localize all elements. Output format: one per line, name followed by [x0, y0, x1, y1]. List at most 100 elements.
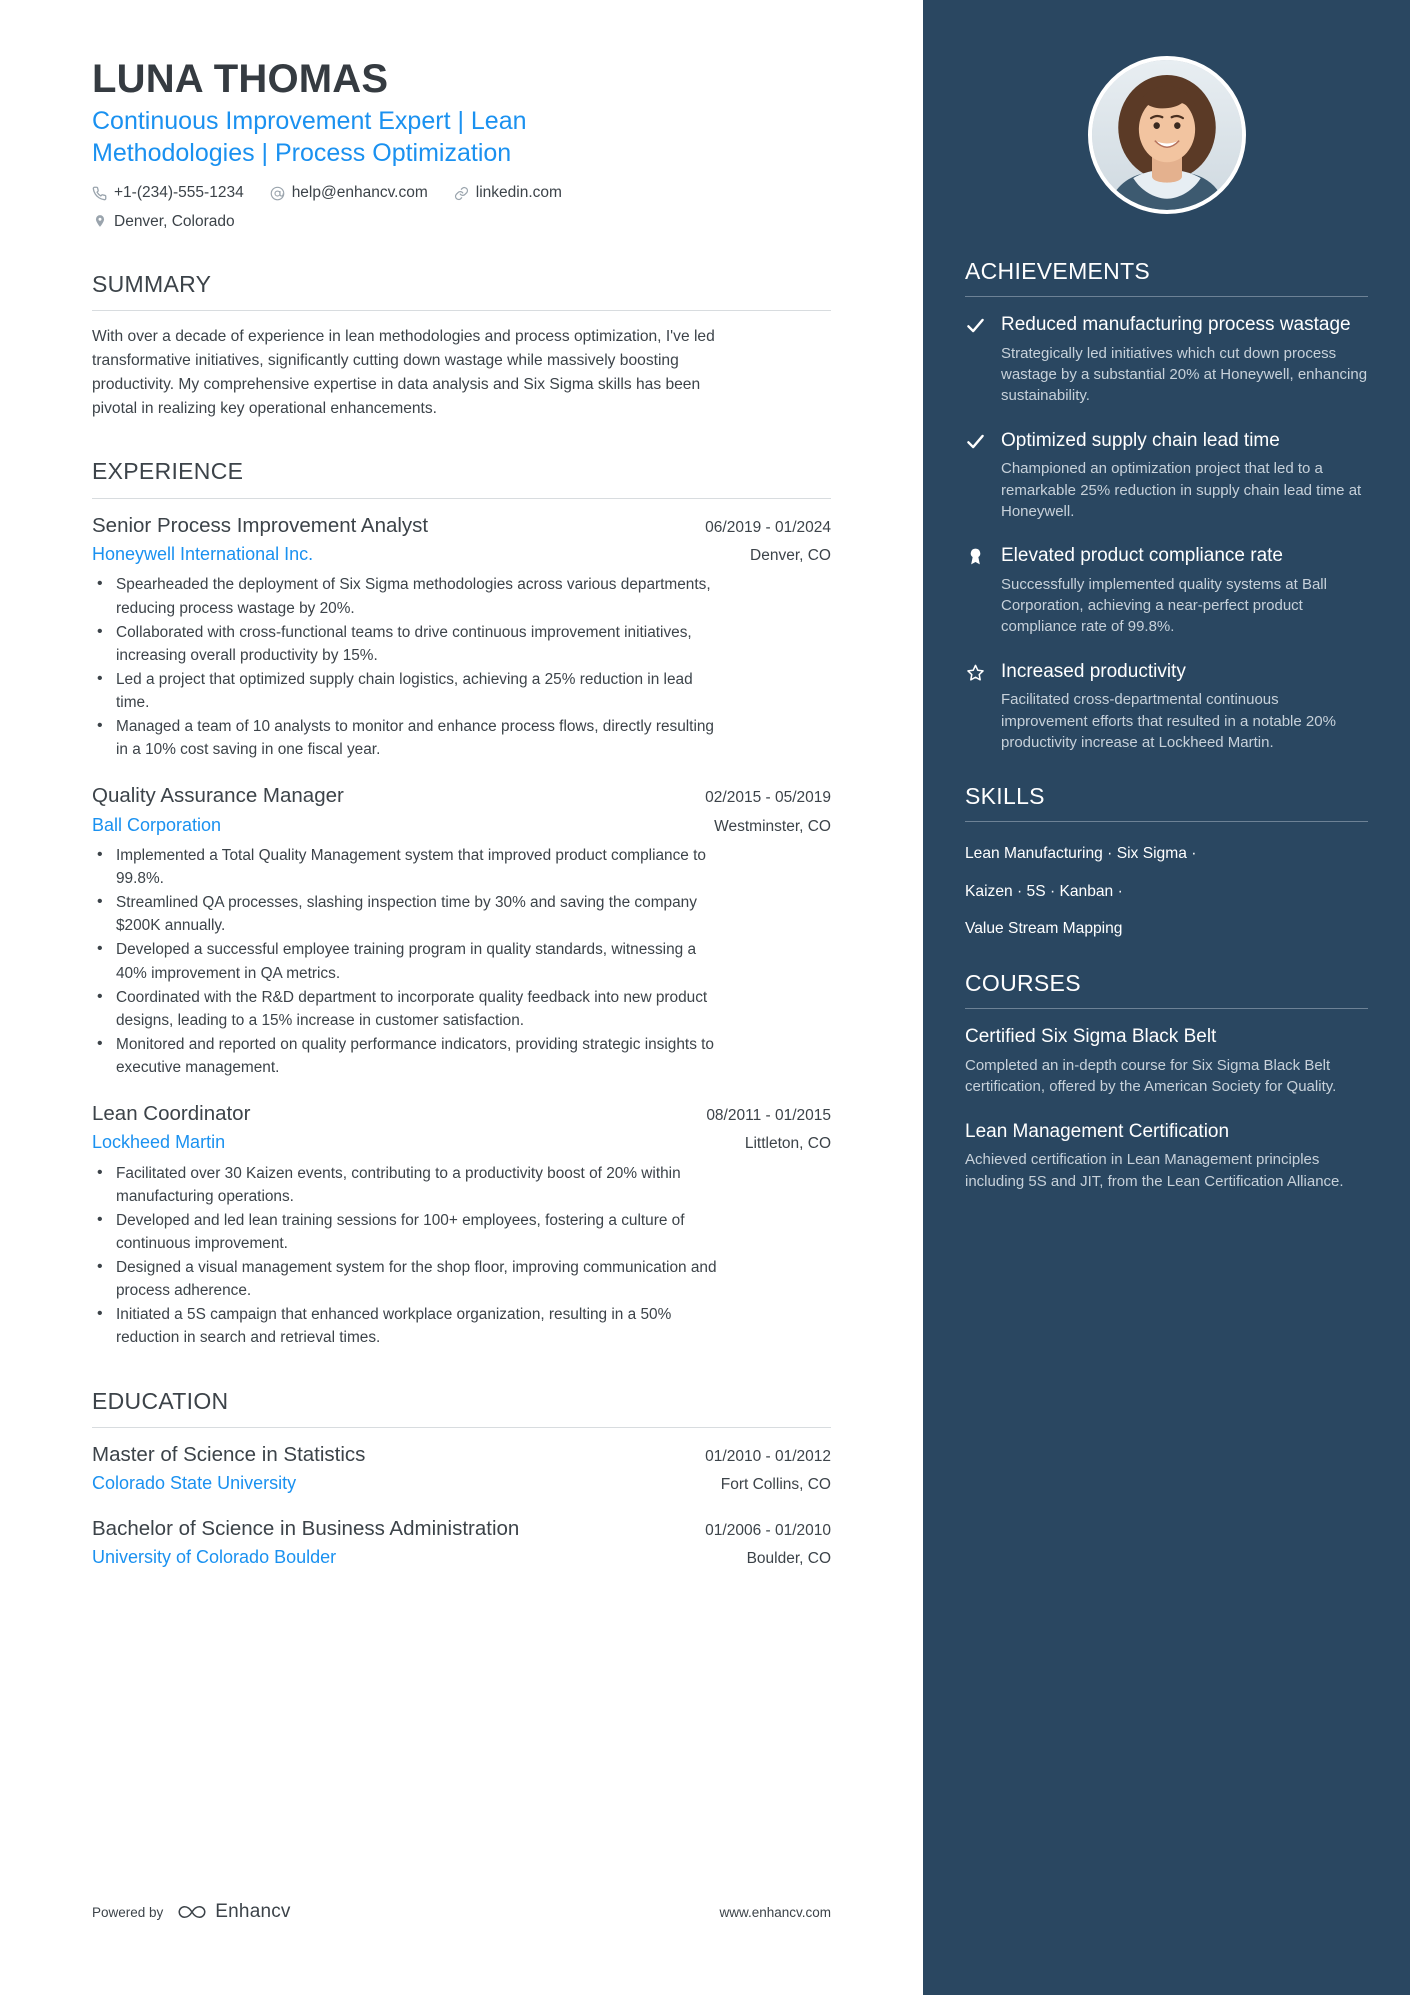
skill-line: Kaizen · 5S · Kanban ·	[965, 882, 1123, 900]
job-title: Quality Assurance Manager	[92, 784, 344, 808]
course-title: Lean Management Certification	[965, 1120, 1230, 1142]
contact-email[interactable]: help@enhancv.com	[270, 181, 428, 204]
list-item: Spearheaded the deployment of Six Sigma …	[92, 572, 717, 619]
contact-details: +1-(234)-555-1234 help@enhancv.com linke…	[92, 181, 831, 233]
course-item: Lean Management Certification Achieved c…	[965, 1120, 1368, 1192]
company-name[interactable]: Honeywell International Inc.	[92, 543, 732, 566]
list-item: Collaborated with cross-functional teams…	[92, 620, 717, 667]
list-item: Developed a successful employee training…	[92, 937, 717, 984]
contact-linkedin[interactable]: linkedin.com	[454, 181, 562, 204]
courses-heading: COURSES	[965, 970, 1081, 997]
degree-dates: 01/2006 - 01/2010	[705, 1521, 831, 1539]
achievements-heading: ACHIEVEMENTS	[965, 258, 1151, 284]
job-location: Denver, CO	[750, 547, 831, 565]
achievement-title: Increased productivity	[1001, 660, 1186, 682]
education-entry: Master of Science in Statistics 01/2010 …	[92, 1442, 831, 1496]
experience-heading: EXPERIENCE	[92, 458, 244, 485]
course-item: Certified Six Sigma Black Belt Completed…	[965, 1025, 1368, 1097]
job-location: Westminster, CO	[714, 817, 831, 835]
enhancv-logo: Enhancv	[177, 1901, 290, 1923]
achievement-item: Increased productivity Facilitated cross…	[965, 660, 1368, 754]
summary-section: SUMMARY With over a decade of experience…	[92, 271, 831, 420]
list-item: Managed a team of 10 analysts to monitor…	[92, 714, 717, 761]
divider	[965, 296, 1368, 297]
divider	[965, 1008, 1368, 1010]
contact-email-text: help@enhancv.com	[291, 184, 428, 202]
contact-location: Denver, Colorado	[92, 210, 235, 233]
list-item: Implemented a Total Quality Management s…	[92, 843, 717, 890]
list-item: Initiated a 5S campaign that enhanced wo…	[92, 1302, 717, 1349]
experience-entry: Quality Assurance Manager 02/2015 - 05/2…	[92, 783, 831, 1079]
school-location: Fort Collins, CO	[720, 1476, 831, 1494]
achievement-title: Reduced manufacturing process wastage	[1001, 314, 1351, 335]
education-heading: EDUCATION	[92, 1387, 229, 1414]
company-name[interactable]: Lockheed Martin	[92, 1131, 727, 1154]
divider	[965, 821, 1368, 823]
degree-dates: 01/2010 - 01/2012	[705, 1448, 831, 1466]
course-title: Certified Six Sigma Black Belt	[965, 1026, 1217, 1048]
divider	[92, 1427, 831, 1429]
skill-line: Lean Manufacturing · Six Sigma ·	[965, 845, 1197, 863]
degree-title: Master of Science in Statistics	[92, 1443, 366, 1467]
job-dates: 08/2011 - 01/2015	[706, 1107, 831, 1125]
powered-by-label: Powered by	[92, 1904, 164, 1920]
sidebar: ACHIEVEMENTS Reduced manufacturing proce…	[923, 0, 1410, 1995]
link-icon	[454, 186, 469, 201]
divider	[92, 497, 831, 499]
summary-text: With over a decade of experience in lean…	[92, 328, 715, 417]
divider	[92, 310, 831, 312]
list-item: Developed and led lean training sessions…	[92, 1208, 717, 1255]
list-item: Facilitated over 30 Kaizen events, contr…	[92, 1161, 717, 1208]
contact-location-text: Denver, Colorado	[114, 212, 235, 230]
avatar-wrapper	[923, 0, 1410, 258]
phone-icon	[92, 186, 107, 201]
infinity-icon	[178, 1905, 206, 1919]
job-dates: 06/2019 - 01/2024	[705, 518, 831, 536]
achievement-title: Optimized supply chain lead time	[1001, 429, 1280, 451]
job-dates: 02/2015 - 05/2019	[705, 789, 831, 807]
skill-line: Value Stream Mapping	[965, 920, 1123, 938]
degree-title: Bachelor of Science in Business Administ…	[92, 1516, 520, 1540]
course-description: Achieved certification in Lean Managemen…	[965, 1151, 1344, 1190]
medal-icon	[965, 544, 985, 638]
header: LUNA THOMAS Continuous Improvement Exper…	[92, 56, 831, 233]
contact-phone-text: +1-(234)-555-1234	[114, 184, 244, 202]
footer: Powered by Enhancv www.enhancv.com	[92, 1901, 923, 1923]
achievements-section: ACHIEVEMENTS Reduced manufacturing proce…	[965, 258, 1368, 753]
school-name[interactable]: University of Colorado Boulder	[92, 1546, 729, 1569]
company-name[interactable]: Ball Corporation	[92, 814, 696, 837]
professional-headline: Continuous Improvement Expert | Lean Met…	[92, 107, 527, 167]
list-item: Designed a visual management system for …	[92, 1255, 717, 1302]
achievement-description: Championed an optimization project that …	[1001, 460, 1362, 520]
email-icon	[270, 186, 285, 201]
main-column: LUNA THOMAS Continuous Improvement Exper…	[0, 0, 923, 1995]
job-location: Littleton, CO	[744, 1135, 831, 1153]
achievement-description: Strategically led initiatives which cut …	[1001, 344, 1368, 405]
job-title: Lean Coordinator	[92, 1102, 251, 1126]
education-entry: Bachelor of Science in Business Administ…	[92, 1516, 831, 1570]
school-name[interactable]: Colorado State University	[92, 1472, 703, 1495]
footer-url[interactable]: www.enhancv.com	[719, 1905, 831, 1920]
contact-linkedin-text: linkedin.com	[475, 184, 562, 202]
contact-phone[interactable]: +1-(234)-555-1234	[92, 181, 244, 204]
star-icon	[965, 660, 985, 754]
achievement-item: Elevated product compliance rate Success…	[965, 544, 1368, 638]
brand-name: Enhancv	[215, 1901, 291, 1922]
job-bullets: Facilitated over 30 Kaizen events, contr…	[92, 1161, 831, 1350]
job-bullets: Implemented a Total Quality Management s…	[92, 843, 831, 1079]
experience-section: EXPERIENCE Senior Process Improvement An…	[92, 458, 831, 1349]
job-bullets: Spearheaded the deployment of Six Sigma …	[92, 572, 831, 761]
achievement-item: Reduced manufacturing process wastage St…	[965, 313, 1368, 407]
achievement-description: Successfully implemented quality systems…	[1001, 575, 1327, 636]
education-section: EDUCATION Master of Science in Statistic…	[92, 1388, 831, 1570]
powered-by-block: Powered by Enhancv	[92, 1901, 291, 1923]
list-item: Streamlined QA processes, slashing inspe…	[92, 890, 717, 937]
check-icon	[965, 313, 985, 407]
achievement-item: Optimized supply chain lead time Champio…	[965, 429, 1368, 523]
experience-entry: Lean Coordinator 08/2011 - 01/2015 Lockh…	[92, 1101, 831, 1350]
page-title: LUNA THOMAS	[92, 57, 389, 101]
location-pin-icon	[92, 214, 107, 229]
list-item: Coordinated with the R&D department to i…	[92, 985, 717, 1032]
course-description: Completed an in-depth course for Six Sig…	[965, 1057, 1337, 1096]
summary-heading: SUMMARY	[92, 270, 212, 297]
